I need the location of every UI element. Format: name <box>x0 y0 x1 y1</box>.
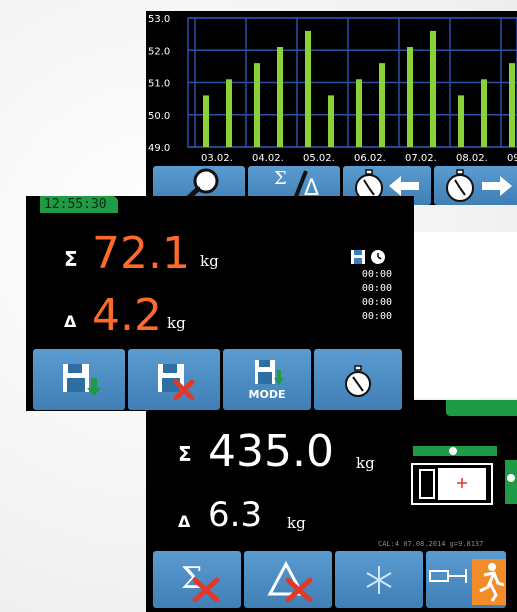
bar <box>203 95 209 147</box>
snowflake-icon <box>366 565 392 594</box>
delta-cancel-icon <box>267 560 313 602</box>
save-download-icon <box>63 363 101 396</box>
sum-weight-unit: kg <box>200 252 219 270</box>
exit-running-man-icon <box>429 558 506 605</box>
bar <box>407 47 413 147</box>
next-period-button[interactable] <box>434 166 517 205</box>
svg-text:Σ: Σ <box>181 561 202 596</box>
sum-weight-value: 72.1 <box>92 228 190 279</box>
status-badge <box>446 400 517 416</box>
sum-symbol: Σ <box>64 247 78 271</box>
calibration-info: CAL:4 07.08.2014 g=9.8137 <box>378 540 484 548</box>
memory-times-list: 00:00 00:00 00:00 00:00 <box>344 268 392 324</box>
bar <box>277 47 283 147</box>
bar <box>356 79 362 147</box>
bar <box>481 79 487 147</box>
save-button[interactable] <box>33 349 125 410</box>
stopwatch-icon <box>345 364 371 397</box>
x-tick-label: 05.02. <box>303 153 335 164</box>
bar <box>305 30 311 147</box>
y-tick-label: 51.0 <box>148 79 170 90</box>
memory-time: 00:00 <box>361 311 392 322</box>
scale-level-indicator-icon <box>411 446 517 505</box>
x-tick-label: 09.02 <box>507 153 517 164</box>
tare-freeze-button[interactable] <box>335 551 423 608</box>
bar <box>430 30 436 147</box>
memory-time: 00:00 <box>361 283 392 294</box>
total-delta-symbol: Δ <box>178 512 191 531</box>
total-weight-screen: Σ 435.0 kg Δ 6.3 kg CAL:4 07.08.2014 g=9… <box>146 400 517 612</box>
total-delta-value: 6.3 <box>208 495 263 535</box>
timer-button[interactable] <box>314 349 402 410</box>
history-bar-chart: 53.0 52.0 51.0 50.0 49.0 03.02. 04.02. 05.02. 06… <box>148 14 517 164</box>
y-tick-label: 49.0 <box>148 143 170 154</box>
sigma-cancel-icon: Σ <box>181 561 220 602</box>
y-tick-label: 53.0 <box>148 14 170 25</box>
y-tick-label: 52.0 <box>148 46 170 57</box>
stopwatch-forward-icon <box>446 169 512 202</box>
clock-display: 12:55:30 <box>40 196 118 213</box>
save-mode-icon <box>255 360 284 385</box>
weighing-screen: 12:55:30 Σ 72.1 kg Δ 4.2 kg 00:00 00:00 … <box>26 196 414 411</box>
x-tick-label: 03.02. <box>201 153 233 164</box>
delete-memory-button[interactable] <box>128 349 220 410</box>
bar <box>509 63 515 147</box>
total-sum-symbol: Σ <box>178 442 192 466</box>
x-tick-label: 06.02. <box>354 153 386 164</box>
total-sum-unit: kg <box>356 454 375 472</box>
bar <box>458 95 464 147</box>
clear-sum-button[interactable]: Σ <box>153 551 241 608</box>
total-delta-unit: kg <box>287 514 306 532</box>
weighing-toolbar: MODE <box>33 349 402 410</box>
bar <box>226 79 232 147</box>
x-tick-label: 08.02. <box>456 153 488 164</box>
total-toolbar: Σ <box>153 551 506 608</box>
background-gap <box>414 232 517 398</box>
mode-label: MODE <box>248 388 286 401</box>
delta-weight-unit: kg <box>167 314 186 332</box>
delta-symbol: Δ <box>64 312 77 331</box>
bar <box>254 63 260 147</box>
memory-time: 00:00 <box>361 297 392 308</box>
floppy-disk-icon <box>351 250 365 264</box>
save-delete-icon <box>158 363 195 400</box>
y-tick-label: 50.0 <box>148 111 170 122</box>
delta-weight-value: 4.2 <box>92 290 162 341</box>
x-tick-label: 07.02. <box>405 153 437 164</box>
history-chart-screen: 53.0 52.0 51.0 50.0 49.0 03.02. 04.02. 05.02. 06… <box>146 11 517 205</box>
total-sum-value: 435.0 <box>208 426 334 477</box>
clear-delta-button[interactable] <box>244 551 332 608</box>
memory-header-icons <box>351 250 385 264</box>
bar <box>328 95 334 147</box>
save-mode-button[interactable]: MODE <box>223 349 311 410</box>
x-tick-label: 04.02. <box>252 153 284 164</box>
memory-time: 00:00 <box>361 269 392 280</box>
bar <box>379 63 385 147</box>
clock-icon <box>371 250 385 264</box>
exit-button[interactable] <box>426 551 506 608</box>
